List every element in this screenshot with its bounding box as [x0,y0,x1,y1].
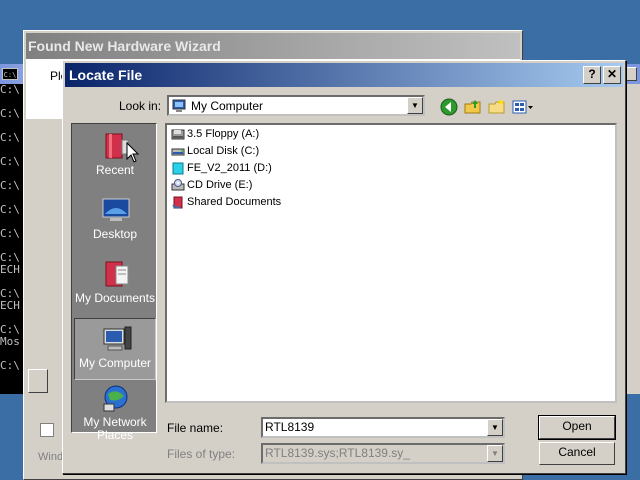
list-item-label: FE_V2_2011 (D:) [187,162,272,174]
dialog-title: Locate File [69,67,143,83]
console-icon: C:\ [2,68,18,80]
files-of-type-label: Files of type: [167,447,236,461]
place-my-documents[interactable]: My Documents [74,254,156,316]
place-my-computer[interactable]: My Computer [74,318,156,380]
cd-media-icon [172,162,184,175]
file-list[interactable]: 3.5 Floppy (A:) Local Disk (C:) FE_V2_20… [165,123,617,403]
desktop-icon [102,198,130,221]
up-one-level-icon[interactable] [463,97,483,117]
chevron-down-icon[interactable]: ▼ [487,445,503,462]
file-name-value: RTL8139 [265,420,315,434]
place-label: My Network Places [83,415,147,442]
floppy-drive-icon [171,129,185,140]
locate-file-dialog[interactable]: Locate File ? ✕ Look in: My Computer ▼ R… [62,60,626,474]
wizard-button-fragment[interactable] [28,369,48,393]
list-item-label: Shared Documents [187,196,282,208]
dialog-title-bar[interactable]: Locate File [65,63,623,87]
place-label: My Computer [78,356,152,370]
help-button[interactable]: ? [583,66,601,84]
close-button[interactable]: ✕ [603,66,621,84]
look-in-dropdown[interactable]: My Computer ▼ [167,95,425,116]
look-in-label: Look in: [119,99,162,113]
look-in-value: My Computer [191,99,264,113]
place-network[interactable]: My Network Places [74,382,156,442]
views-menu-icon[interactable] [511,97,535,117]
shared-folder-icon [172,196,183,209]
place-label: Desktop [92,227,138,241]
file-name-field[interactable]: RTL8139 ▼ [261,417,505,438]
place-label: My Documents [74,291,156,305]
cancel-button[interactable]: Cancel [539,442,615,465]
chevron-down-icon[interactable]: ▼ [487,419,503,436]
network-places-icon [103,385,128,412]
wizard-checkbox[interactable] [40,423,54,437]
files-of-type-dropdown[interactable]: RTL8139.sys;RTL8139.sy_ ▼ [261,443,505,464]
wizard-title: Found New Hardware Wizard [26,33,520,59]
back-icon[interactable] [439,97,459,117]
my-documents-icon [105,261,129,287]
places-bar: Recent Desktop My Documents My Computer … [71,123,157,442]
place-recent[interactable]: Recent [74,126,156,188]
chevron-down-icon[interactable]: ▼ [407,97,423,114]
place-desktop[interactable]: Desktop [74,190,156,252]
hard-disk-icon [171,148,185,156]
wizard-footer-text: Wind [38,451,64,463]
files-of-type-value: RTL8139.sys;RTL8139.sy_ [265,446,410,460]
list-item-label: 3.5 Floppy (A:) [187,128,260,140]
cd-drive-icon [171,179,185,191]
list-item-label: Local Disk (C:) [187,145,260,157]
new-folder-icon[interactable] [487,97,507,117]
list-item-label: CD Drive (E:) [187,179,253,191]
mouse-cursor-icon [126,142,140,163]
my-computer-small-icon [172,99,186,112]
my-computer-icon [103,326,132,351]
file-name-label: File name: [167,421,224,435]
open-button[interactable]: Open [538,415,616,440]
place-label: Recent [95,163,135,177]
